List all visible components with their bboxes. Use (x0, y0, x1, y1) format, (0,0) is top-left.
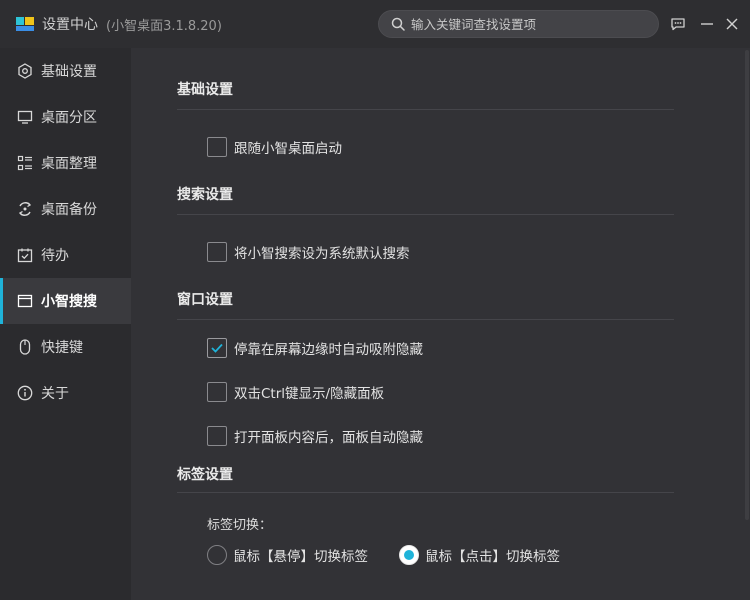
sidebar-item-desktop-organize[interactable]: 桌面整理 (0, 140, 131, 186)
divider (177, 214, 674, 215)
radio-dot (404, 550, 414, 560)
search-input[interactable] (411, 16, 641, 32)
sidebar: 基础设置 桌面分区 桌面整理 桌面备份 待办 小智搜搜 快捷键 关于 (0, 48, 131, 600)
sidebar-item-xiaozhi-search[interactable]: 小智搜搜 (0, 278, 131, 324)
mouse-icon (16, 338, 34, 356)
checkbox[interactable] (207, 242, 227, 262)
option-label: 将小智搜索设为系统默认搜索 (234, 246, 410, 262)
sidebar-item-label: 桌面整理 (41, 156, 97, 172)
version-label: (小智桌面3.1.8.20) (106, 18, 222, 34)
checkbox[interactable] (207, 426, 227, 446)
checkbox[interactable] (207, 382, 227, 402)
close-button[interactable] (722, 14, 742, 34)
option-auto-hide-after-open[interactable]: 打开面板内容后，面板自动隐藏 (207, 426, 423, 446)
radio-button-selected[interactable] (399, 545, 419, 565)
close-icon (726, 18, 738, 30)
scrollbar-thumb[interactable] (745, 50, 749, 520)
search-box[interactable] (378, 10, 659, 38)
section-title-window: 窗口设置 (177, 292, 233, 308)
divider (177, 109, 674, 110)
option-label: 双击Ctrl键显示/隐藏面板 (234, 386, 385, 402)
option-default-search[interactable]: 将小智搜索设为系统默认搜索 (207, 242, 410, 262)
title-bar: 设置中心 (小智桌面3.1.8.20) (0, 0, 750, 48)
checkbox[interactable] (207, 137, 227, 157)
monitor-icon (16, 108, 34, 126)
section-title-search: 搜索设置 (177, 187, 233, 203)
option-label: 跟随小智桌面启动 (234, 141, 342, 157)
list-icon (16, 154, 34, 172)
sidebar-item-label: 基础设置 (41, 64, 97, 80)
minimize-button[interactable] (697, 14, 717, 34)
sidebar-item-label: 桌面备份 (41, 202, 97, 218)
info-icon (16, 384, 34, 402)
checkmark-icon (211, 343, 223, 353)
sidebar-item-label: 小智搜搜 (41, 294, 97, 310)
backup-icon (16, 200, 34, 218)
divider (177, 319, 674, 320)
radio-click-switch[interactable]: 鼠标【点击】切换标签 (399, 545, 560, 565)
section-title-tabs: 标签设置 (177, 467, 233, 483)
sidebar-item-label: 关于 (41, 386, 69, 402)
app-logo-icon (16, 17, 34, 31)
section-title-basic: 基础设置 (177, 82, 233, 98)
radio-button[interactable] (207, 545, 227, 565)
sidebar-item-label: 快捷键 (41, 340, 83, 356)
sidebar-item-shortcuts[interactable]: 快捷键 (0, 324, 131, 370)
window-icon (16, 292, 34, 310)
sidebar-item-desktop-backup[interactable]: 桌面备份 (0, 186, 131, 232)
scrollbar-track[interactable] (745, 48, 750, 600)
chat-icon (671, 18, 685, 31)
option-double-ctrl-toggle[interactable]: 双击Ctrl键显示/隐藏面板 (207, 382, 384, 402)
search-icon (391, 17, 405, 31)
minimize-icon (701, 23, 713, 25)
sidebar-item-desktop-partition[interactable]: 桌面分区 (0, 94, 131, 140)
gear-icon (16, 62, 34, 80)
tab-switch-label: 标签切换： (207, 518, 273, 533)
window-title: 设置中心 (42, 17, 98, 33)
option-label: 停靠在屏幕边缘时自动吸附隐藏 (234, 342, 423, 358)
sidebar-item-todo[interactable]: 待办 (0, 232, 131, 278)
sidebar-item-label: 待办 (41, 248, 69, 264)
radio-hover-switch[interactable]: 鼠标【悬停】切换标签 (207, 545, 368, 565)
sidebar-item-label: 桌面分区 (41, 110, 97, 126)
divider (177, 492, 674, 493)
settings-panel: 基础设置 跟随小智桌面启动 搜索设置 将小智搜索设为系统默认搜索 窗口设置 停靠… (131, 48, 750, 600)
option-label: 打开面板内容后，面板自动隐藏 (234, 430, 423, 446)
option-follow-startup[interactable]: 跟随小智桌面启动 (207, 137, 342, 157)
checkbox-checked[interactable] (207, 338, 227, 358)
radio-label: 鼠标【悬停】切换标签 (233, 549, 368, 565)
feedback-button[interactable] (668, 14, 688, 34)
radio-label: 鼠标【点击】切换标签 (425, 549, 560, 565)
option-edge-auto-hide[interactable]: 停靠在屏幕边缘时自动吸附隐藏 (207, 338, 423, 358)
calendar-check-icon (16, 246, 34, 264)
sidebar-item-basic-settings[interactable]: 基础设置 (0, 48, 131, 94)
sidebar-item-about[interactable]: 关于 (0, 370, 131, 416)
